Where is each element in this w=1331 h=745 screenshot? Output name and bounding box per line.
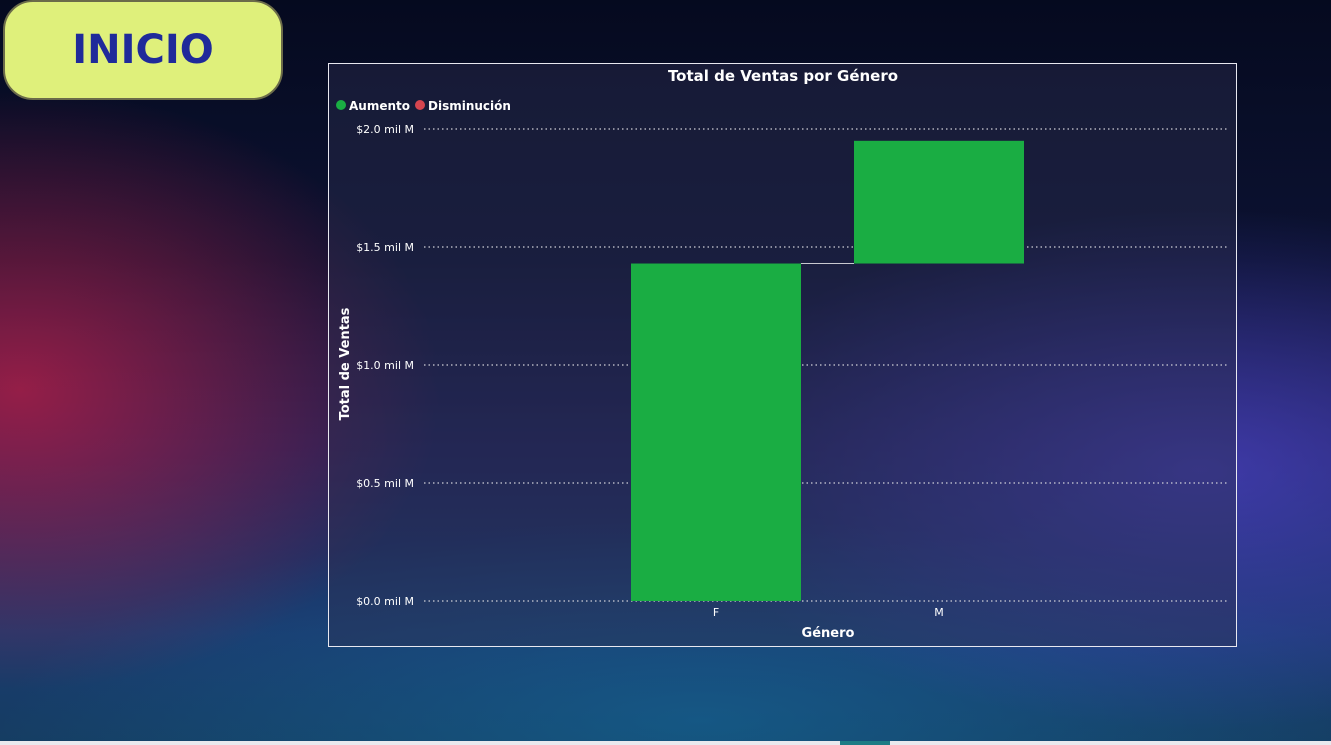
bottom-page-tab[interactable] <box>840 741 890 745</box>
bars <box>631 140 1024 601</box>
x-axis-ticks: FM <box>713 606 944 619</box>
y-tick-label: $1.5 mil M <box>356 241 414 254</box>
x-axis-title: Género <box>802 626 855 641</box>
y-tick-label: $0.5 mil M <box>356 477 414 490</box>
waterfall-chart: Total de Ventas por Género Aumento Dismi… <box>336 67 1229 641</box>
legend-label-aumento: Aumento <box>349 99 410 113</box>
y-axis-title: Total de Ventas <box>338 307 353 420</box>
y-tick-label: $1.0 mil M <box>356 359 414 372</box>
x-tick-label: F <box>713 606 719 619</box>
bottom-page-strip <box>0 741 1331 745</box>
gridlines <box>424 128 1229 602</box>
inicio-button[interactable]: INICIO <box>3 0 283 100</box>
y-tick-label: $0.0 mil M <box>356 595 414 608</box>
y-tick-label: $2.0 mil M <box>356 123 414 136</box>
y-axis-ticks: $0.0 mil M $0.5 mil M $1.0 mil M $1.5 mil M… <box>356 123 414 608</box>
legend-marker-disminucion <box>415 100 425 110</box>
legend-label-disminucion: Disminución <box>428 99 511 113</box>
chart-legend: Aumento Disminución <box>336 99 511 113</box>
x-tick-label: M <box>934 606 944 619</box>
bar-f[interactable] <box>631 263 801 601</box>
chart-panel: Total de Ventas por Género Aumento Dismi… <box>328 63 1237 647</box>
legend-marker-aumento <box>336 100 346 110</box>
chart-title: Total de Ventas por Género <box>668 67 898 85</box>
bar-m[interactable] <box>854 140 1024 264</box>
